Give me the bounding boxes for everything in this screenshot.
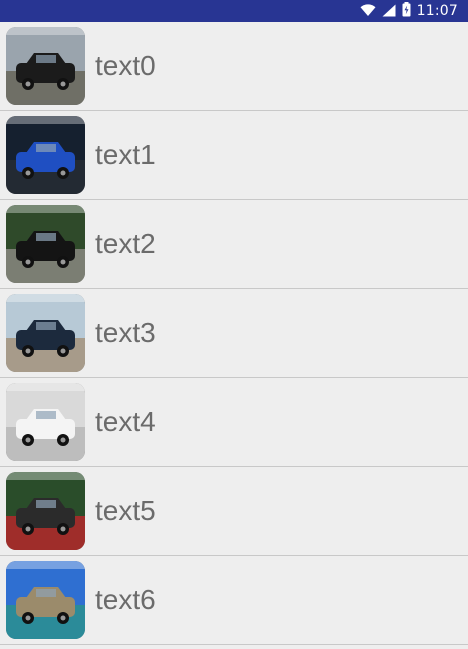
thumbnail-shape bbox=[6, 472, 85, 480]
white-suv-photo bbox=[6, 383, 85, 461]
list-item[interactable]: text4 bbox=[0, 378, 468, 467]
thumbnail-shape bbox=[36, 55, 56, 63]
thumbnail-shape bbox=[36, 233, 56, 241]
list-item[interactable]: text2 bbox=[0, 200, 468, 289]
blue-sports-car-photo bbox=[6, 116, 85, 194]
thumbnail-shape bbox=[36, 411, 56, 419]
battery-icon bbox=[402, 1, 411, 21]
signal-icon bbox=[382, 2, 396, 21]
thumbnail-shape bbox=[60, 81, 66, 87]
thumbnail-shape bbox=[25, 615, 31, 621]
list-item-label: text0 bbox=[95, 50, 156, 81]
people-and-car-photo bbox=[6, 294, 85, 372]
black-suv-photo bbox=[6, 27, 85, 105]
list-item-label: text3 bbox=[95, 317, 156, 348]
thumbnail-shape bbox=[60, 170, 66, 176]
thumbnail-shape bbox=[6, 27, 85, 35]
list-item[interactable]: text5 bbox=[0, 467, 468, 556]
black-sedan-photo bbox=[6, 205, 85, 283]
thumbnail-shape bbox=[25, 259, 31, 265]
thumbnail-shape bbox=[36, 144, 56, 152]
status-icons: 11:07 bbox=[360, 0, 458, 22]
list-item[interactable]: text1 bbox=[0, 111, 468, 200]
list-item-label: text1 bbox=[95, 139, 156, 170]
thumbnail-shape bbox=[60, 526, 66, 532]
lake-landscape-photo bbox=[6, 561, 85, 639]
list-item[interactable]: text0 bbox=[0, 22, 468, 111]
list-item-label: text2 bbox=[95, 228, 156, 259]
list-item-label: text4 bbox=[95, 406, 156, 437]
thumbnail-shape bbox=[60, 259, 66, 265]
thumbnail-shape bbox=[6, 383, 85, 391]
thumbnail-shape bbox=[60, 348, 66, 354]
list-item-label: text6 bbox=[95, 584, 156, 615]
thumbnail-shape bbox=[36, 322, 56, 330]
thumbnail-shape bbox=[25, 526, 31, 532]
thumbnail-shape bbox=[60, 615, 66, 621]
thumbnail-shape bbox=[6, 561, 85, 569]
thumbnail-shape bbox=[6, 116, 85, 124]
car-on-red-carpet-photo bbox=[6, 472, 85, 550]
thumbnail-shape bbox=[6, 294, 85, 302]
thumbnail-shape bbox=[25, 348, 31, 354]
list-item[interactable]: text6 bbox=[0, 556, 468, 645]
thumbnail-shape bbox=[36, 589, 56, 597]
list-item-label: text5 bbox=[95, 495, 156, 526]
thumbnail-shape bbox=[25, 170, 31, 176]
thumbnail-shape bbox=[25, 437, 31, 443]
car-list[interactable]: text0 text1 text2 text3 text4 text5 text… bbox=[0, 22, 468, 645]
thumbnail-shape bbox=[36, 500, 56, 508]
thumbnail-shape bbox=[6, 205, 85, 213]
thumbnail-shape bbox=[25, 81, 31, 87]
status-time: 11:07 bbox=[416, 3, 458, 19]
status-bar: 11:07 bbox=[0, 0, 468, 22]
wifi-icon bbox=[360, 2, 376, 21]
thumbnail-shape bbox=[60, 437, 66, 443]
list-item[interactable]: text3 bbox=[0, 289, 468, 378]
